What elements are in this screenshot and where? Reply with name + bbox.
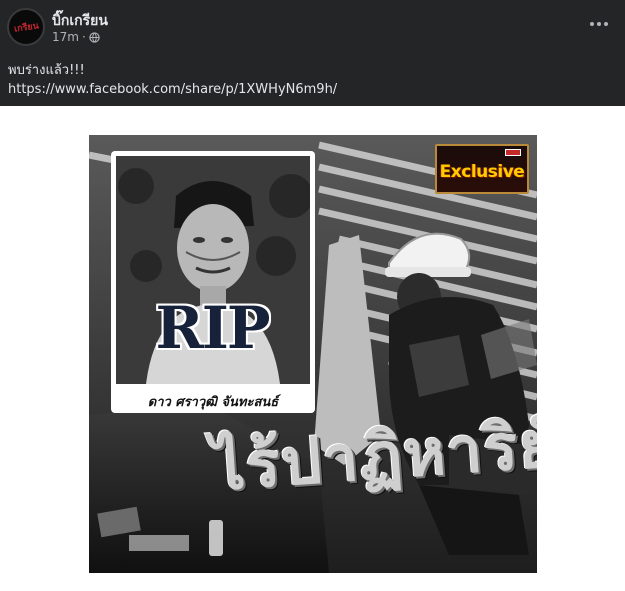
deceased-name: ดาว ศราวุฒิ จันทะสนธ์ (147, 395, 279, 410)
post-share-link[interactable]: https://www.facebook.com/share/p/1XWHyN6… (8, 82, 337, 97)
more-dot (597, 22, 601, 26)
exclusive-label: Exclusive (439, 162, 525, 182)
post-header: เกรียน บิ๊กเกรียน 17m · พบร่างแล้ว!!! ht… (0, 0, 625, 106)
meta-separator: · (81, 30, 86, 44)
post-meta: 17m · (52, 30, 100, 44)
memorial-portrait-card: RIP ดาว ศราวุฒิ จันทะสนธ์ (111, 151, 315, 413)
post-image[interactable]: Exclusive RIP ดาว ศราวุฒิ จันทะสนธ์ ไร้ป… (89, 135, 537, 573)
post-timestamp[interactable]: 17m (52, 30, 79, 44)
more-dot (590, 22, 594, 26)
rip-label: RIP (155, 294, 271, 362)
globe-icon[interactable] (89, 31, 100, 43)
post-text: พบร่างแล้ว!!! (8, 63, 85, 78)
post-author-name[interactable]: บิ๊กเกรียน (52, 10, 108, 32)
exclusive-badge: Exclusive (435, 144, 529, 194)
page-avatar[interactable]: เกรียน (7, 8, 45, 46)
more-dot (604, 22, 608, 26)
more-options-icon[interactable] (587, 16, 611, 32)
channel-mini-logo (505, 149, 521, 156)
avatar-logo-text: เกรียน (13, 21, 40, 35)
